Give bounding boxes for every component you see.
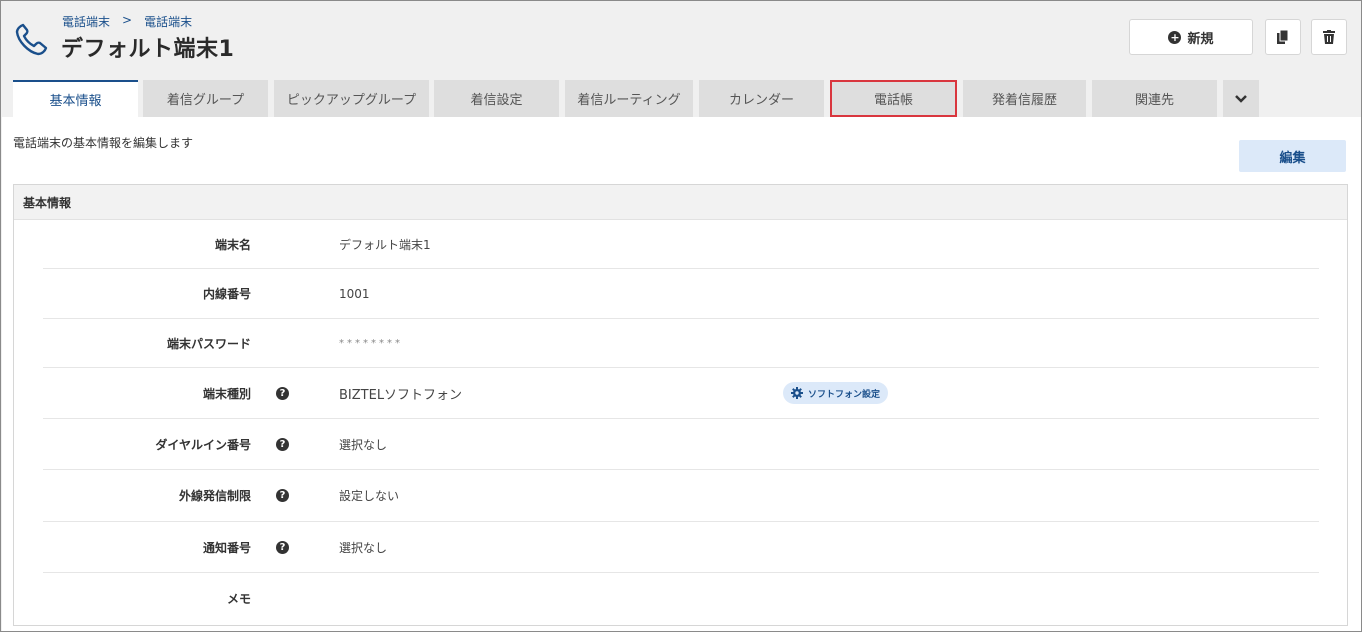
softphone-settings-button[interactable]: ソフトフォン設定: [783, 382, 889, 404]
content-area: 電話端末の基本情報を編集します 編集 基本情報 端末名 デフォルト端末1 内線番…: [2, 117, 1361, 631]
basic-info-panel: 基本情報 端末名 デフォルト端末1 内線番号 1001 端末パスワード ****…: [13, 184, 1348, 626]
help-icon[interactable]: ?: [276, 540, 289, 554]
plus-circle-icon: +: [1168, 30, 1182, 44]
edit-button[interactable]: 編集: [1239, 140, 1346, 172]
help-icon[interactable]: ?: [276, 437, 289, 451]
softphone-settings-label: ソフトフォン設定: [808, 388, 881, 399]
tab-phonebook[interactable]: 電話帳: [830, 80, 957, 117]
field-row-dial-in: ダイヤルイン番号 ? 選択なし: [43, 419, 1319, 470]
new-button[interactable]: + 新規: [1129, 19, 1253, 55]
trash-icon: [1323, 30, 1335, 44]
app-frame: 電話端末 > 電話端末 デフォルト端末1 + 新規 基本情報 着信グループ ピッ…: [0, 0, 1362, 632]
field-value: 選択なし: [339, 540, 388, 555]
breadcrumb-link-phone-terminal[interactable]: 電話端末: [62, 13, 110, 30]
field-row-terminal-type: 端末種別 ? BIZTELソフトフォン ソフトフォン設定: [43, 368, 1319, 419]
breadcrumb-separator: >: [122, 13, 133, 27]
field-row-extension: 内線番号 1001: [43, 269, 1319, 319]
field-label: 端末名: [214, 237, 251, 252]
tab-related[interactable]: 関連先: [1092, 80, 1217, 117]
delete-button[interactable]: [1311, 19, 1347, 55]
page-description: 電話端末の基本情報を編集します: [13, 136, 194, 150]
tab-more-button[interactable]: [1223, 80, 1259, 117]
field-value: 1001: [339, 286, 370, 301]
field-label: 端末種別: [202, 386, 251, 401]
tab-incoming-group[interactable]: 着信グループ: [143, 80, 268, 117]
field-label: メモ: [226, 591, 251, 606]
phone-icon: [15, 23, 48, 56]
field-row-outbound-restriction: 外線発信制限 ? 設定しない: [43, 470, 1319, 522]
field-value: ********: [339, 337, 403, 349]
field-value: 設定しない: [339, 489, 400, 503]
tab-calendar[interactable]: カレンダー: [699, 80, 824, 117]
page-title: デフォルト端末1: [61, 37, 235, 62]
tab-basic-info[interactable]: 基本情報: [13, 80, 138, 117]
field-row-memo: メモ: [43, 573, 1319, 623]
field-row-terminal-name: 端末名 デフォルト端末1: [43, 220, 1319, 269]
breadcrumb: 電話端末 > 電話端末: [62, 13, 192, 30]
copy-button[interactable]: [1265, 19, 1301, 55]
field-value: デフォルト端末1: [339, 237, 431, 252]
field-row-password: 端末パスワード ********: [43, 319, 1319, 368]
tab-incoming-routing[interactable]: 着信ルーティング: [565, 80, 693, 117]
tab-incoming-settings[interactable]: 着信設定: [434, 80, 559, 117]
chevron-down-icon: [1235, 94, 1247, 103]
field-value: 選択なし: [339, 437, 388, 452]
help-icon[interactable]: ?: [276, 386, 289, 400]
field-label: 端末パスワード: [166, 336, 251, 351]
panel-title: 基本情報: [14, 185, 1347, 220]
field-label: 外線発信制限: [178, 489, 251, 503]
breadcrumb-link-phone-terminal-current[interactable]: 電話端末: [144, 13, 192, 30]
tab-pickup-group[interactable]: ピックアップグループ: [274, 80, 429, 117]
field-row-caller-id: 通知番号 ? 選択なし: [43, 522, 1319, 573]
new-button-label: 新規: [1187, 31, 1214, 47]
help-icon[interactable]: ?: [276, 489, 289, 502]
gear-icon: [791, 387, 803, 399]
tab-call-history[interactable]: 発着信履歴: [963, 80, 1086, 117]
field-value: BIZTELソフトフォン: [339, 387, 463, 403]
field-label: 通知番号: [202, 540, 251, 555]
field-label: 内線番号: [202, 287, 251, 301]
field-label: ダイヤルイン番号: [155, 437, 251, 452]
copy-icon: [1277, 30, 1289, 44]
